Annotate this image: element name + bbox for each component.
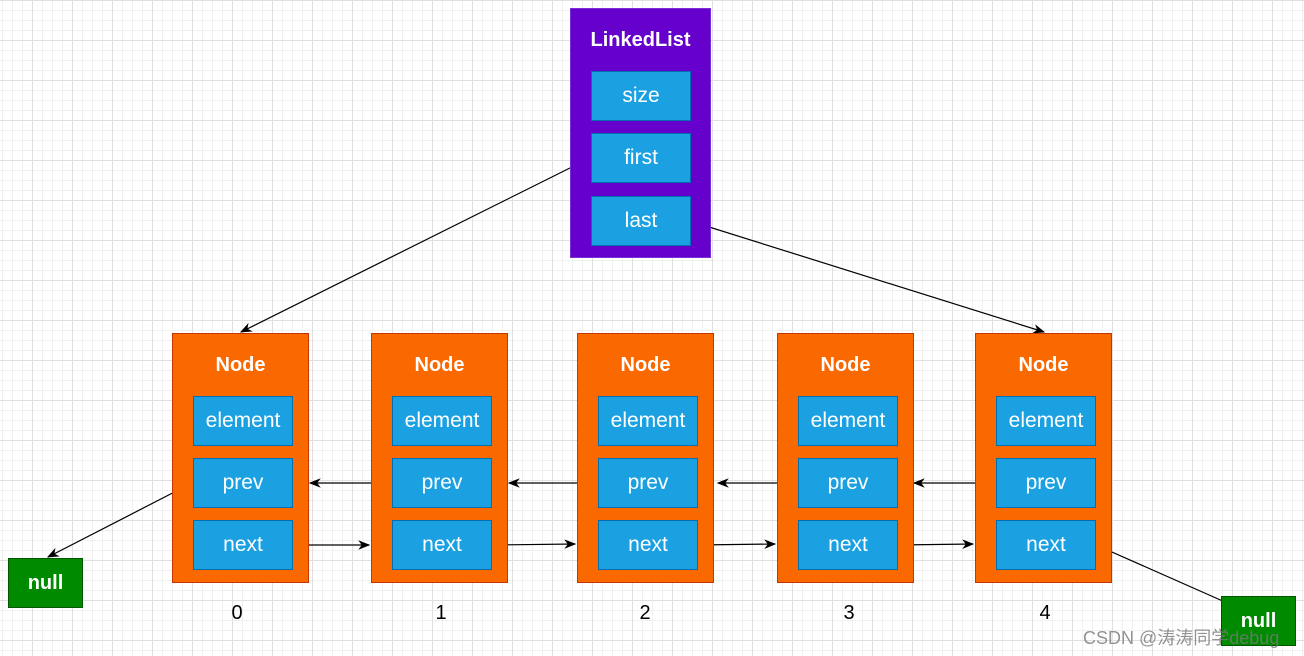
node-2: Node element prev next [577, 333, 714, 583]
field-element: element [798, 396, 898, 446]
null-left: null [8, 558, 83, 608]
field-prev: prev [392, 458, 492, 508]
node-title: Node [215, 354, 266, 376]
linkedlist-title: LinkedList [590, 29, 691, 51]
field-prev: prev [598, 458, 698, 508]
field-prev: prev [798, 458, 898, 508]
node-3: Node element prev next [777, 333, 914, 583]
field-element: element [598, 396, 698, 446]
field-next: next [598, 520, 698, 570]
node-title: Node [1018, 354, 1069, 376]
field-size: size [591, 71, 691, 121]
index-label: 2 [639, 602, 651, 624]
arrow-node0-prev-null [46, 482, 193, 558]
node-title: Node [620, 354, 671, 376]
index-label: 0 [231, 602, 243, 624]
field-prev: prev [193, 458, 293, 508]
field-next: next [996, 520, 1096, 570]
node-1: Node element prev next [371, 333, 508, 583]
watermark: CSDN @涛涛同学debug [1083, 628, 1280, 648]
index-label: 4 [1039, 602, 1051, 624]
arrow-node4-next-null [1095, 544, 1236, 607]
index-label: 3 [843, 602, 855, 624]
field-first: first [591, 133, 691, 183]
field-prev: prev [996, 458, 1096, 508]
field-next: next [193, 520, 293, 570]
field-element: element [996, 396, 1096, 446]
field-last: last [591, 196, 691, 246]
node-title: Node [820, 354, 871, 376]
node-4: Node element prev next [975, 333, 1112, 583]
node-0: Node element prev next [172, 333, 309, 583]
field-element: element [392, 396, 492, 446]
linkedlist-box: LinkedList size first last [570, 8, 711, 258]
field-next: next [798, 520, 898, 570]
node-title: Node [414, 354, 465, 376]
arrow-first-to-node0 [239, 157, 591, 333]
field-element: element [193, 396, 293, 446]
field-next: next [392, 520, 492, 570]
arrow-last-to-node4 [689, 220, 1046, 334]
index-label: 1 [435, 602, 447, 624]
